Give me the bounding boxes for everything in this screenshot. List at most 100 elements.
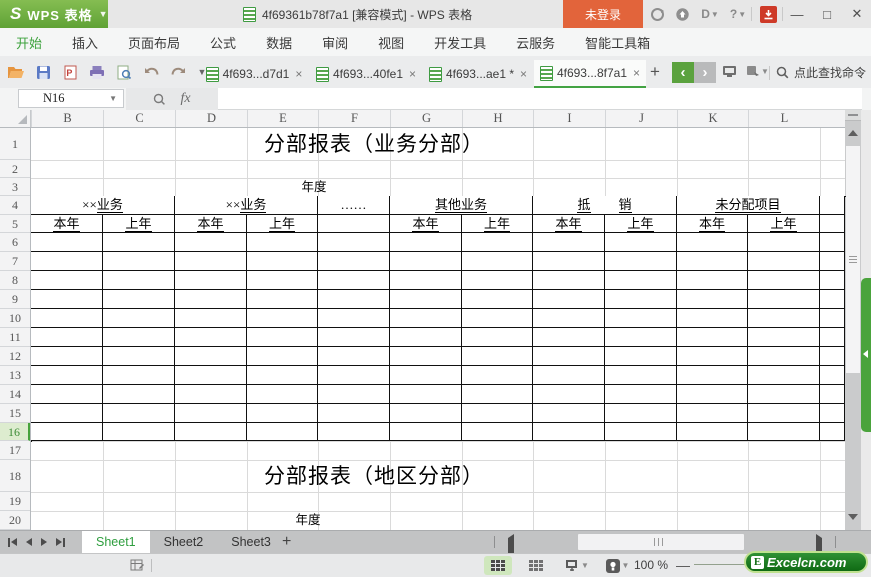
table-body-cell[interactable] [605, 309, 677, 328]
vertical-scrollbar[interactable] [845, 110, 861, 530]
table-body-cell[interactable] [605, 233, 677, 252]
table-body-cell[interactable] [748, 233, 820, 252]
table-body-cell[interactable] [677, 347, 748, 366]
excelcn-watermark[interactable]: E Excelcn.com [744, 551, 868, 573]
table-body-cell[interactable] [533, 404, 605, 423]
table-body-cell[interactable] [605, 423, 677, 441]
document-tab-3[interactable]: 4f693...ae1 * × [422, 60, 534, 88]
print-preview-icon[interactable] [115, 63, 133, 81]
row-header-18[interactable]: 18 [0, 460, 30, 492]
table-subheader[interactable]: 上年 [462, 215, 533, 233]
horizontal-scroll-thumb[interactable] [578, 534, 744, 550]
table-body-cell[interactable] [318, 233, 390, 252]
help-menu-icon[interactable]: ? ▼ [726, 0, 750, 28]
row-header-20[interactable]: 20 [0, 511, 30, 530]
table-body-cell[interactable] [318, 328, 390, 347]
row-header-11[interactable]: 11 [0, 328, 30, 347]
table-body-cell[interactable] [175, 347, 247, 366]
close-tab-icon[interactable]: × [409, 67, 416, 81]
table-body-cell[interactable] [103, 309, 175, 328]
table-body-cell[interactable] [677, 385, 748, 404]
row-header-5[interactable]: 5 [0, 215, 30, 233]
document-tab-4[interactable]: 4f693...8f7a1 × [534, 60, 646, 88]
row-header-4[interactable]: 4 [0, 196, 30, 215]
table-body-cell[interactable] [677, 233, 748, 252]
column-header-D[interactable]: D [175, 110, 247, 127]
document-tab-1[interactable]: 4f693...d7d1 × [198, 60, 310, 88]
find-command-box[interactable]: 点此查找命令 [776, 56, 866, 88]
table-body-cell[interactable] [677, 328, 748, 347]
table-body-cell[interactable] [820, 328, 845, 347]
table-body-cell[interactable] [247, 252, 318, 271]
table-header-group[interactable]: …… [318, 196, 390, 215]
normal-view-button[interactable] [484, 556, 512, 575]
table-subheader[interactable] [318, 215, 390, 233]
table-body-cell[interactable] [31, 385, 103, 404]
column-header-J[interactable]: J [605, 110, 677, 127]
next-sheet-button[interactable] [41, 538, 47, 546]
table-body-cell[interactable] [247, 385, 318, 404]
table-body-cell[interactable] [748, 252, 820, 271]
table-body-cell[interactable] [390, 252, 462, 271]
row-header-9[interactable]: 9 [0, 290, 30, 309]
vertical-scroll-thumb[interactable] [846, 146, 860, 373]
table-body-cell[interactable] [318, 385, 390, 404]
add-sheet-button[interactable]: + [282, 531, 291, 553]
workspace-icon[interactable]: ▼ [746, 65, 769, 78]
menu-tab-8[interactable]: 开发工具 [434, 33, 486, 52]
column-header-F[interactable]: F [318, 110, 390, 127]
table-body-cell[interactable] [677, 423, 748, 441]
tab-scroll-back-button[interactable]: ‹ [672, 62, 694, 83]
table-body-cell[interactable] [247, 290, 318, 309]
print-icon[interactable] [88, 63, 106, 81]
row-header-3[interactable]: 3 [0, 178, 30, 196]
table-body-cell[interactable] [318, 404, 390, 423]
table-body-cell[interactable] [103, 347, 175, 366]
table-body-cell[interactable] [31, 366, 103, 385]
table-body-cell[interactable] [247, 423, 318, 441]
table-body-cell[interactable] [533, 233, 605, 252]
table-body-cell[interactable] [677, 404, 748, 423]
edit-mode-icon[interactable] [130, 559, 144, 577]
table-subheader[interactable]: 本年 [677, 215, 748, 233]
select-all-corner[interactable] [0, 110, 31, 127]
name-box[interactable]: N16 ▼ [18, 89, 124, 108]
new-document-tab-button[interactable]: + [650, 62, 660, 82]
table-body-cell[interactable] [247, 309, 318, 328]
column-header-B[interactable]: B [31, 110, 103, 127]
table-body-cell[interactable] [820, 366, 845, 385]
first-sheet-button[interactable] [8, 537, 17, 547]
table-body-cell[interactable] [533, 366, 605, 385]
table-body-cell[interactable] [175, 423, 247, 441]
table-body-cell[interactable] [31, 233, 103, 252]
table-header-group[interactable]: 抵销 [533, 196, 677, 215]
close-tab-icon[interactable]: × [633, 66, 640, 80]
table-body-cell[interactable] [677, 252, 748, 271]
export-pdf-icon[interactable]: P [61, 63, 79, 81]
table-body-cell[interactable] [175, 366, 247, 385]
table-body-cell[interactable] [247, 233, 318, 252]
table-body-cell[interactable] [175, 309, 247, 328]
table-body-cell[interactable] [103, 328, 175, 347]
skin-menu-icon[interactable]: D ▼ [697, 0, 723, 28]
open-file-icon[interactable] [7, 63, 25, 81]
table-body-cell[interactable] [318, 252, 390, 271]
table-header-group[interactable]: ××业务 [175, 196, 318, 215]
table-body-cell[interactable] [748, 347, 820, 366]
table-body-cell[interactable] [462, 423, 533, 441]
table-body-cell[interactable] [390, 423, 462, 441]
table-body-cell[interactable] [103, 233, 175, 252]
column-header-K[interactable]: K [677, 110, 748, 127]
formula-input[interactable] [218, 88, 862, 110]
close-tab-icon[interactable]: × [520, 67, 527, 81]
table-body-cell[interactable] [820, 385, 845, 404]
table-body-cell[interactable] [318, 309, 390, 328]
table-body-cell[interactable] [462, 385, 533, 404]
save-icon[interactable] [34, 63, 52, 81]
table-body-cell[interactable] [390, 366, 462, 385]
document-tab-2[interactable]: 4f693...40fe1 × [310, 60, 422, 88]
table-body-cell[interactable] [175, 233, 247, 252]
sheet-tab-sheet2[interactable]: Sheet2 [150, 531, 218, 553]
table-body-cell[interactable] [748, 423, 820, 441]
column-header-I[interactable]: I [533, 110, 605, 127]
